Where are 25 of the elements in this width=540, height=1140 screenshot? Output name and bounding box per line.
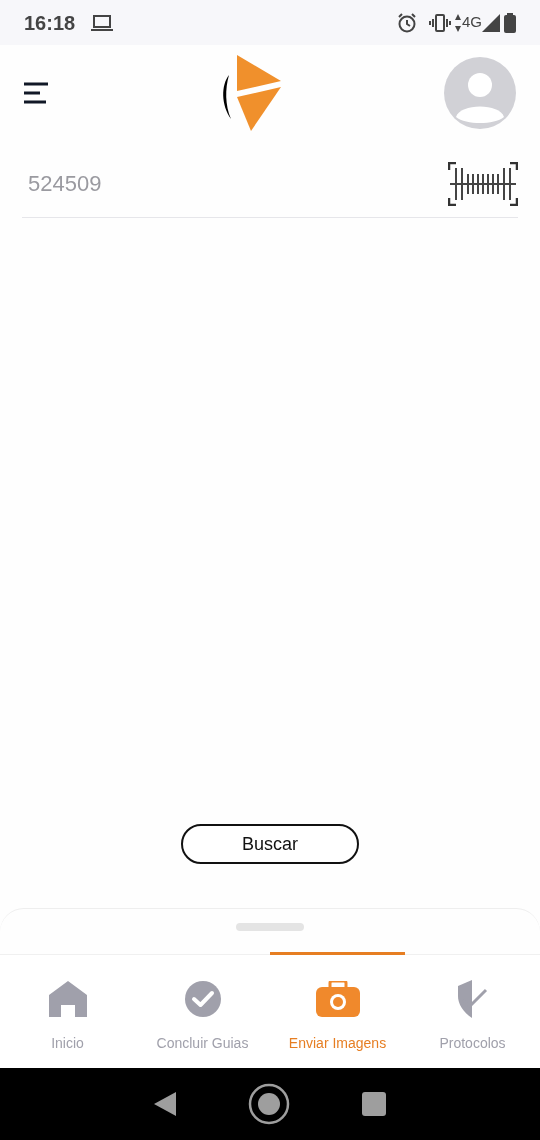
nav-tab[interactable]: Inicio bbox=[0, 952, 135, 1068]
barcode-icon bbox=[448, 161, 518, 206]
search-field[interactable]: 524509 bbox=[22, 150, 518, 218]
search-button[interactable]: Buscar bbox=[181, 824, 359, 864]
check-circle-icon bbox=[184, 981, 221, 1017]
nav-tab[interactable]: Protocolos bbox=[405, 952, 540, 1068]
barcode-scan-button[interactable] bbox=[448, 161, 518, 206]
alarm-icon bbox=[397, 12, 417, 33]
menu-button[interactable] bbox=[24, 81, 50, 104]
code-input: 524509 bbox=[28, 167, 448, 200]
status-time: 16:18 bbox=[24, 10, 76, 36]
battery-icon bbox=[504, 12, 516, 33]
home-icon bbox=[48, 981, 87, 1017]
nav-tab[interactable]: Concluir Guias bbox=[135, 952, 270, 1068]
home-circle-icon[interactable] bbox=[248, 1083, 290, 1125]
network-type: 4G bbox=[462, 12, 482, 33]
vibrate-icon bbox=[429, 13, 451, 32]
laptop-icon bbox=[91, 14, 114, 31]
data-arrows-icon bbox=[455, 13, 461, 32]
camera-icon bbox=[315, 981, 360, 1017]
signal-icon bbox=[482, 13, 500, 32]
shield-check-icon bbox=[457, 980, 488, 1018]
back-icon[interactable] bbox=[154, 1092, 176, 1116]
sheet-handle[interactable] bbox=[236, 923, 304, 931]
menu-icon bbox=[24, 81, 48, 104]
